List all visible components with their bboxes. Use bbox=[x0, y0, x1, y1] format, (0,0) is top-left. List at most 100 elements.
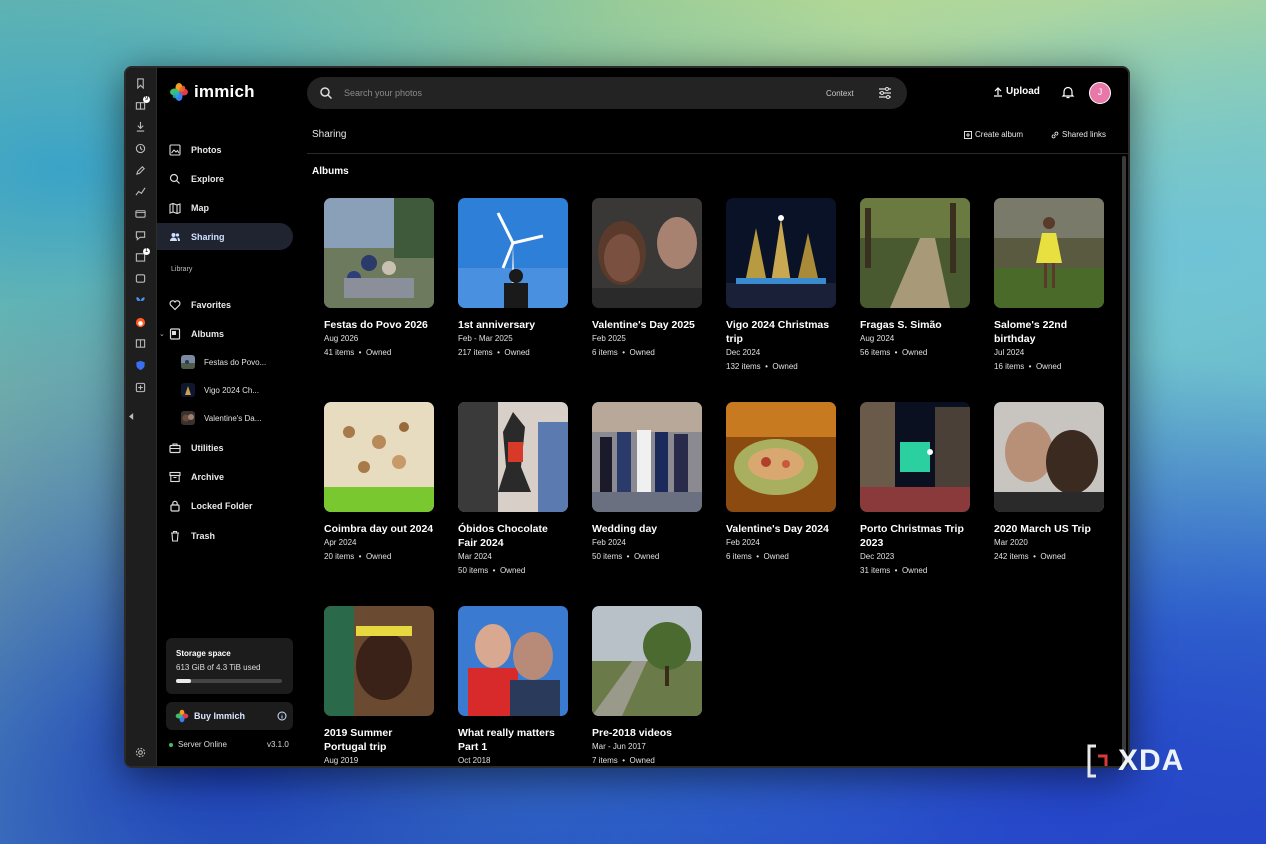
album-card[interactable]: Coimbra day out 2024 Apr 2024 20 items •… bbox=[324, 402, 434, 562]
bluesky-icon[interactable] bbox=[134, 295, 147, 308]
wallet-icon[interactable] bbox=[134, 208, 147, 221]
sidebar-item-explore[interactable]: Explore bbox=[169, 169, 224, 189]
storage-progress-bar bbox=[176, 679, 282, 683]
sidebar-item-utilities[interactable]: Utilities bbox=[169, 438, 224, 458]
shared-links-button[interactable]: Shared links bbox=[1051, 130, 1106, 139]
book-icon[interactable] bbox=[134, 338, 147, 351]
search-icon bbox=[169, 173, 180, 184]
filter-tune-icon[interactable] bbox=[878, 86, 892, 100]
sidebar-item-label: Favorites bbox=[191, 300, 232, 310]
album-card[interactable]: 2020 March US Trip Mar 2020 242 items • … bbox=[994, 402, 1104, 562]
album-owner: Owned bbox=[901, 566, 928, 575]
album-card[interactable]: Vigo 2024 Christmas trip Dec 2024 132 it… bbox=[726, 198, 836, 372]
search-input[interactable] bbox=[342, 87, 816, 99]
album-card[interactable]: Valentine's Day 2025 Feb 2025 6 items • … bbox=[592, 198, 702, 358]
album-date: Mar 2020 bbox=[994, 538, 1028, 547]
album-item-count: 41 items bbox=[324, 348, 355, 357]
sidebar-album-label: Vigo 2024 Ch... bbox=[204, 385, 260, 395]
sidebar-album-valentines[interactable]: Valentine's Da... bbox=[181, 410, 261, 426]
create-album-button[interactable]: Create album bbox=[964, 130, 1023, 139]
sidebar-item-archive[interactable]: Archive bbox=[169, 467, 224, 487]
storage-title: Storage space bbox=[176, 649, 231, 658]
stats-icon[interactable] bbox=[134, 186, 147, 199]
upload-icon bbox=[994, 86, 1002, 97]
sidebar-item-sharing[interactable]: Sharing bbox=[157, 223, 293, 250]
chat-icon[interactable] bbox=[134, 230, 147, 243]
sidebar-item-label: Sharing bbox=[191, 231, 225, 242]
upload-label: Upload bbox=[1006, 86, 1040, 97]
edit-icon[interactable] bbox=[134, 165, 147, 178]
add-icon[interactable] bbox=[134, 382, 147, 395]
album-date: Mar - Jun 2017 bbox=[592, 742, 646, 751]
album-date: Dec 2024 bbox=[726, 348, 761, 357]
people-icon bbox=[170, 232, 180, 241]
album-card[interactable]: Valentine's Day 2024 Feb 2024 6 items • … bbox=[726, 402, 836, 562]
album-meta: 217 items • Owned bbox=[458, 348, 530, 357]
sidebar-item-label: Explore bbox=[191, 174, 225, 184]
scrollbar[interactable] bbox=[1122, 156, 1126, 766]
album-card[interactable]: What really matters Part 1 Oct 2018 bbox=[458, 606, 568, 766]
collapse-icon[interactable] bbox=[128, 411, 134, 424]
sidebar-item-label: Photos bbox=[191, 145, 222, 155]
app-name: immich bbox=[194, 82, 255, 101]
download-icon[interactable] bbox=[134, 121, 147, 134]
browser-sidebar-rail: 9 1 bbox=[126, 68, 157, 766]
sidebar-item-favorites[interactable]: Favorites bbox=[169, 295, 231, 315]
album-date: Aug 2026 bbox=[324, 334, 359, 343]
album-card[interactable]: Óbidos Chocolate Fair 2024 Mar 2024 50 i… bbox=[458, 402, 568, 576]
album-item-count: 7 items bbox=[592, 756, 618, 765]
settings-icon[interactable] bbox=[134, 747, 147, 760]
window-icon[interactable] bbox=[134, 273, 147, 286]
storage-panel[interactable]: Storage space 613 GiB of 4.3 TiB used bbox=[166, 638, 293, 694]
reddit-icon[interactable] bbox=[134, 317, 147, 330]
album-meta: 242 items • Owned bbox=[994, 552, 1066, 561]
sidebar-album-vigo[interactable]: Vigo 2024 Ch... bbox=[181, 382, 259, 398]
album-card[interactable]: 1st anniversary Feb - Mar 2025 217 items… bbox=[458, 198, 568, 358]
search-bar[interactable]: Context bbox=[307, 77, 907, 109]
upload-button[interactable]: Upload bbox=[993, 86, 1040, 97]
search-context-toggle[interactable]: Context bbox=[826, 89, 854, 98]
gift-icon[interactable]: 9 bbox=[134, 96, 150, 112]
sidebar-item-photos[interactable]: Photos bbox=[169, 140, 222, 160]
album-date: Aug 2024 bbox=[860, 334, 895, 343]
map-icon bbox=[169, 202, 181, 214]
album-title: Festas do Povo 2026 bbox=[324, 319, 428, 331]
server-status: Server Online bbox=[169, 740, 227, 749]
album-card[interactable]: Wedding day Feb 2024 50 items • Owned bbox=[592, 402, 702, 562]
album-title: Fragas S. Simão bbox=[860, 319, 942, 331]
history-icon[interactable] bbox=[134, 143, 147, 156]
info-icon[interactable] bbox=[277, 711, 287, 721]
rail-badge: 9 bbox=[143, 96, 150, 103]
album-card[interactable]: Porto Christmas Trip 2023 Dec 2023 31 it… bbox=[860, 402, 970, 576]
album-card[interactable]: Festas do Povo 2026 Aug 2026 41 items • … bbox=[324, 198, 434, 358]
album-cover bbox=[324, 402, 434, 512]
app-logo[interactable]: immich bbox=[169, 82, 255, 102]
share-icon[interactable]: 1 bbox=[134, 248, 150, 264]
notifications-bell-icon[interactable] bbox=[1061, 85, 1075, 99]
sidebar-item-trash[interactable]: Trash bbox=[169, 526, 215, 546]
shield-icon[interactable] bbox=[134, 360, 147, 373]
chevron-down-icon[interactable]: ⌄ bbox=[159, 330, 165, 338]
album-card[interactable]: 2019 Summer Portugal trip Aug 2019 bbox=[324, 606, 434, 766]
album-date: Apr 2024 bbox=[324, 538, 357, 547]
album-meta: 50 items • Owned bbox=[592, 552, 660, 561]
buy-immich-button[interactable]: Buy Immich bbox=[166, 702, 293, 730]
album-cover bbox=[458, 402, 568, 512]
server-status-label: Server Online bbox=[178, 740, 227, 749]
sidebar-item-map[interactable]: Map bbox=[169, 198, 209, 218]
sidebar-album-label: Festas do Povo... bbox=[204, 357, 267, 367]
user-avatar[interactable]: J bbox=[1089, 82, 1111, 104]
shared-links-label: Shared links bbox=[1062, 130, 1107, 139]
sidebar-item-locked-folder[interactable]: Locked Folder bbox=[169, 496, 253, 516]
sidebar-item-albums[interactable]: Albums bbox=[169, 324, 224, 344]
buy-immich-label: Buy Immich bbox=[194, 711, 246, 721]
album-title: 2020 March US Trip bbox=[994, 523, 1091, 535]
album-cover bbox=[726, 198, 836, 308]
album-meta: 6 items • Owned bbox=[592, 348, 655, 357]
album-owner: Owned bbox=[633, 552, 660, 561]
album-card[interactable]: Fragas S. Simão Aug 2024 56 items • Owne… bbox=[860, 198, 970, 358]
sidebar-album-festas[interactable]: Festas do Povo... bbox=[181, 354, 266, 370]
album-card[interactable]: Pre-2018 videos Mar - Jun 2017 7 items •… bbox=[592, 606, 702, 766]
album-card[interactable]: Salome's 22nd birthday Jul 2024 16 items… bbox=[994, 198, 1104, 372]
bookmark-icon[interactable] bbox=[134, 78, 147, 91]
